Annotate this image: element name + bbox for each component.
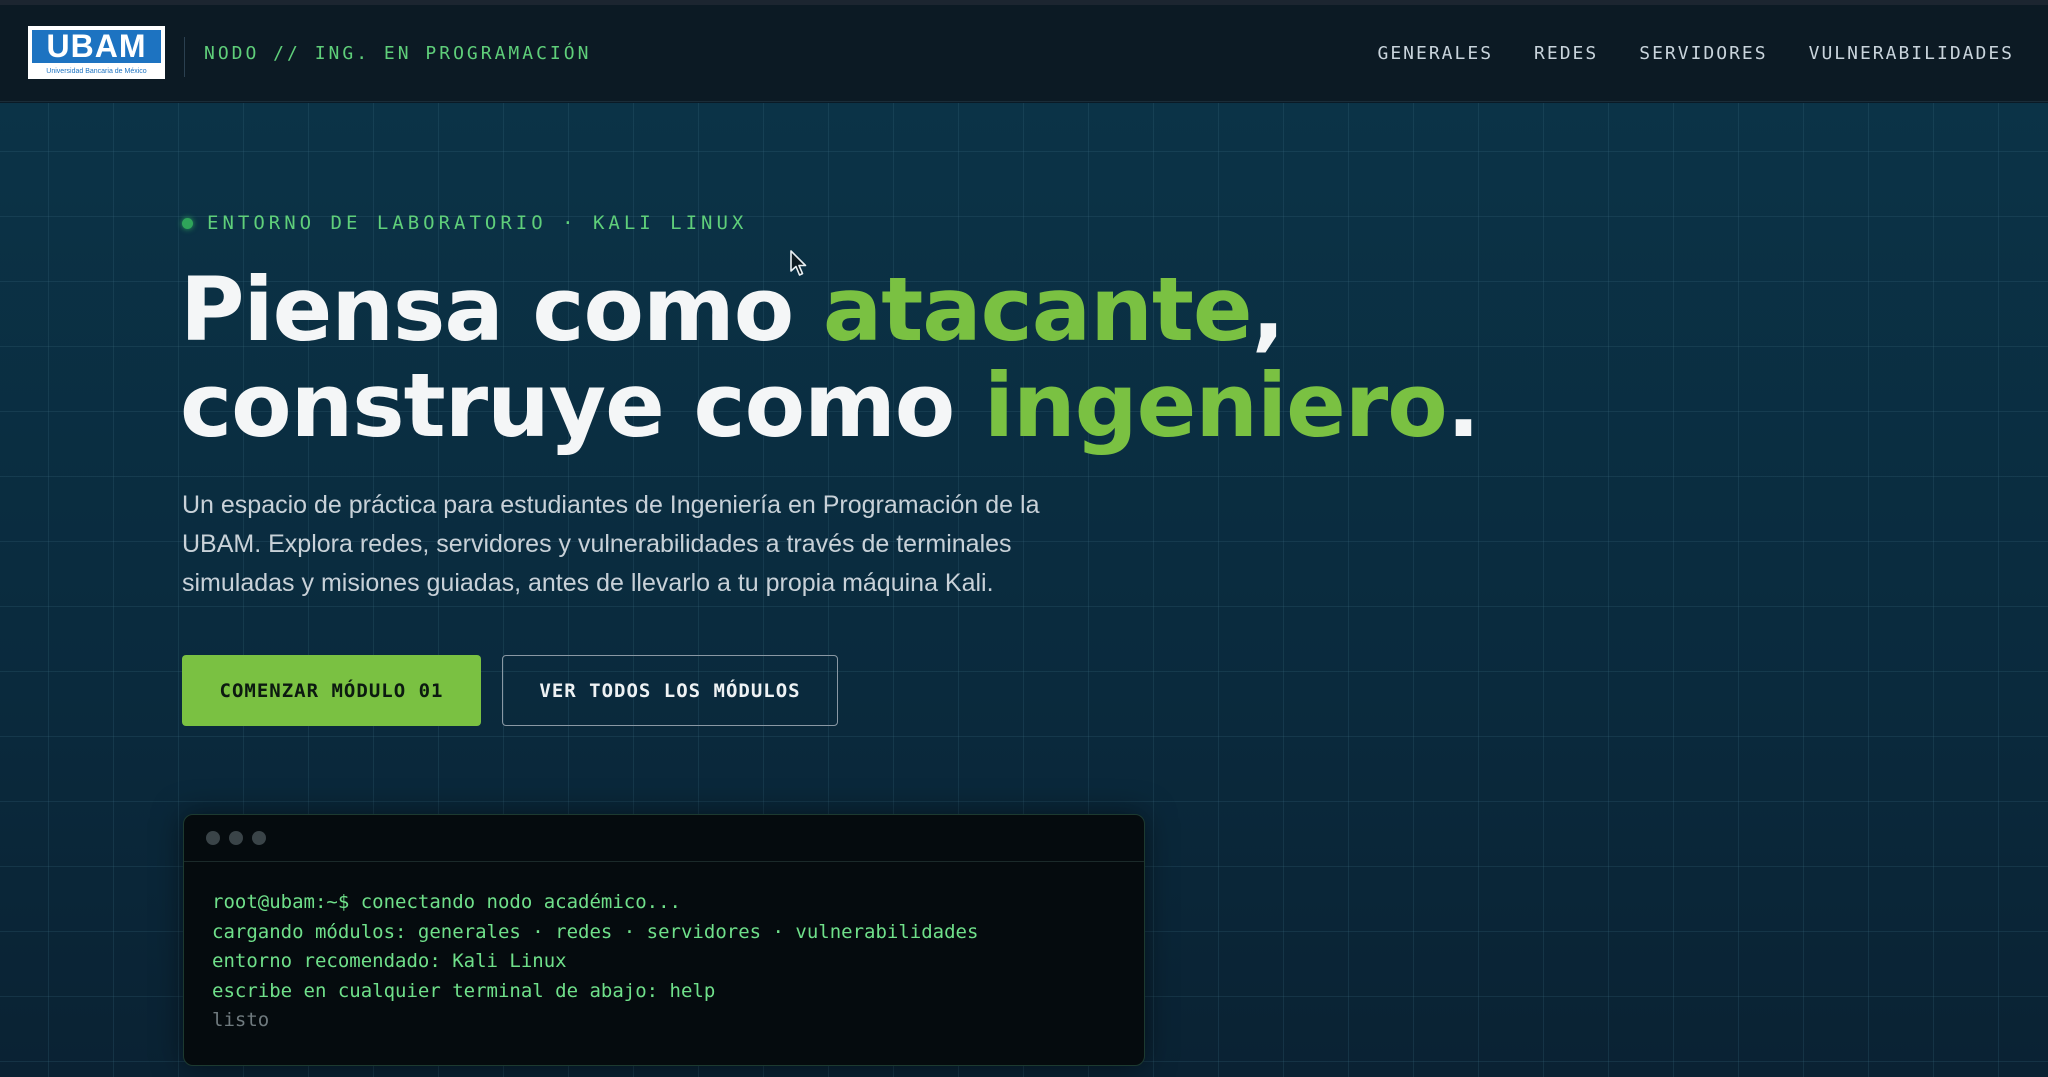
view-all-modules-button[interactable]: VER TODOS LOS MÓDULOS (502, 655, 838, 726)
node-tag: NODO // ING. EN PROGRAMACIÓN (204, 43, 592, 64)
mouse-pointer-icon (790, 250, 807, 276)
headline-text: , (1251, 258, 1285, 361)
terminal-titlebar (184, 815, 1144, 862)
eyebrow-text: ENTORNO DE LABORATORIO · KALI LINUX (207, 212, 748, 234)
hero-headline: Piensa como atacante, construye como ing… (180, 262, 1480, 454)
headline-text: . (1446, 354, 1480, 457)
terminal-output: root@ubam:~$ conectando nodo académico..… (184, 862, 1144, 1036)
headline-text: construye como (180, 354, 984, 457)
window-dot-icon (252, 831, 266, 845)
terminal-line: cargando módulos: generales · redes · se… (212, 920, 979, 943)
logo-wordmark: UBAM (32, 30, 161, 63)
start-module-button[interactable]: COMENZAR MÓDULO 01 (182, 655, 481, 726)
terminal-line: entorno recomendado: Kali Linux (212, 950, 567, 972)
window-dot-icon (229, 831, 243, 845)
nav-link-generales[interactable]: GENERALES (1378, 43, 1494, 64)
window-dot-icon (206, 831, 220, 845)
status-dot-icon (182, 217, 193, 229)
terminal-line: root@ubam:~$ conectando nodo académico..… (212, 891, 681, 913)
headline-highlight: atacante (822, 258, 1253, 361)
terminal-line-status: listo (212, 1009, 270, 1031)
headline-text: Piensa como (180, 258, 823, 361)
top-navbar: UBAM Universidad Bancaria de México NODO… (0, 5, 2048, 102)
nav-divider (184, 37, 185, 77)
ubam-logo[interactable]: UBAM Universidad Bancaria de México (28, 26, 165, 79)
terminal-window: root@ubam:~$ conectando nodo académico..… (183, 814, 1145, 1066)
nav-link-redes[interactable]: REDES (1534, 43, 1598, 64)
lab-environment-eyebrow: ENTORNO DE LABORATORIO · KALI LINUX (182, 212, 747, 234)
terminal-line: escribe en cualquier terminal de abajo: … (212, 979, 716, 1002)
hero-description: Un espacio de práctica para estudiantes … (182, 491, 1040, 597)
logo-subtitle: Universidad Bancaria de México (46, 68, 147, 75)
nav-link-vulnerabilidades[interactable]: VULNERABILIDADES (1809, 43, 2014, 64)
headline-highlight: ingeniero (983, 354, 1448, 457)
main-nav: GENERALES REDES SERVIDORES VULNERABILIDA… (1378, 43, 2015, 64)
nav-link-servidores[interactable]: SERVIDORES (1639, 43, 1767, 64)
